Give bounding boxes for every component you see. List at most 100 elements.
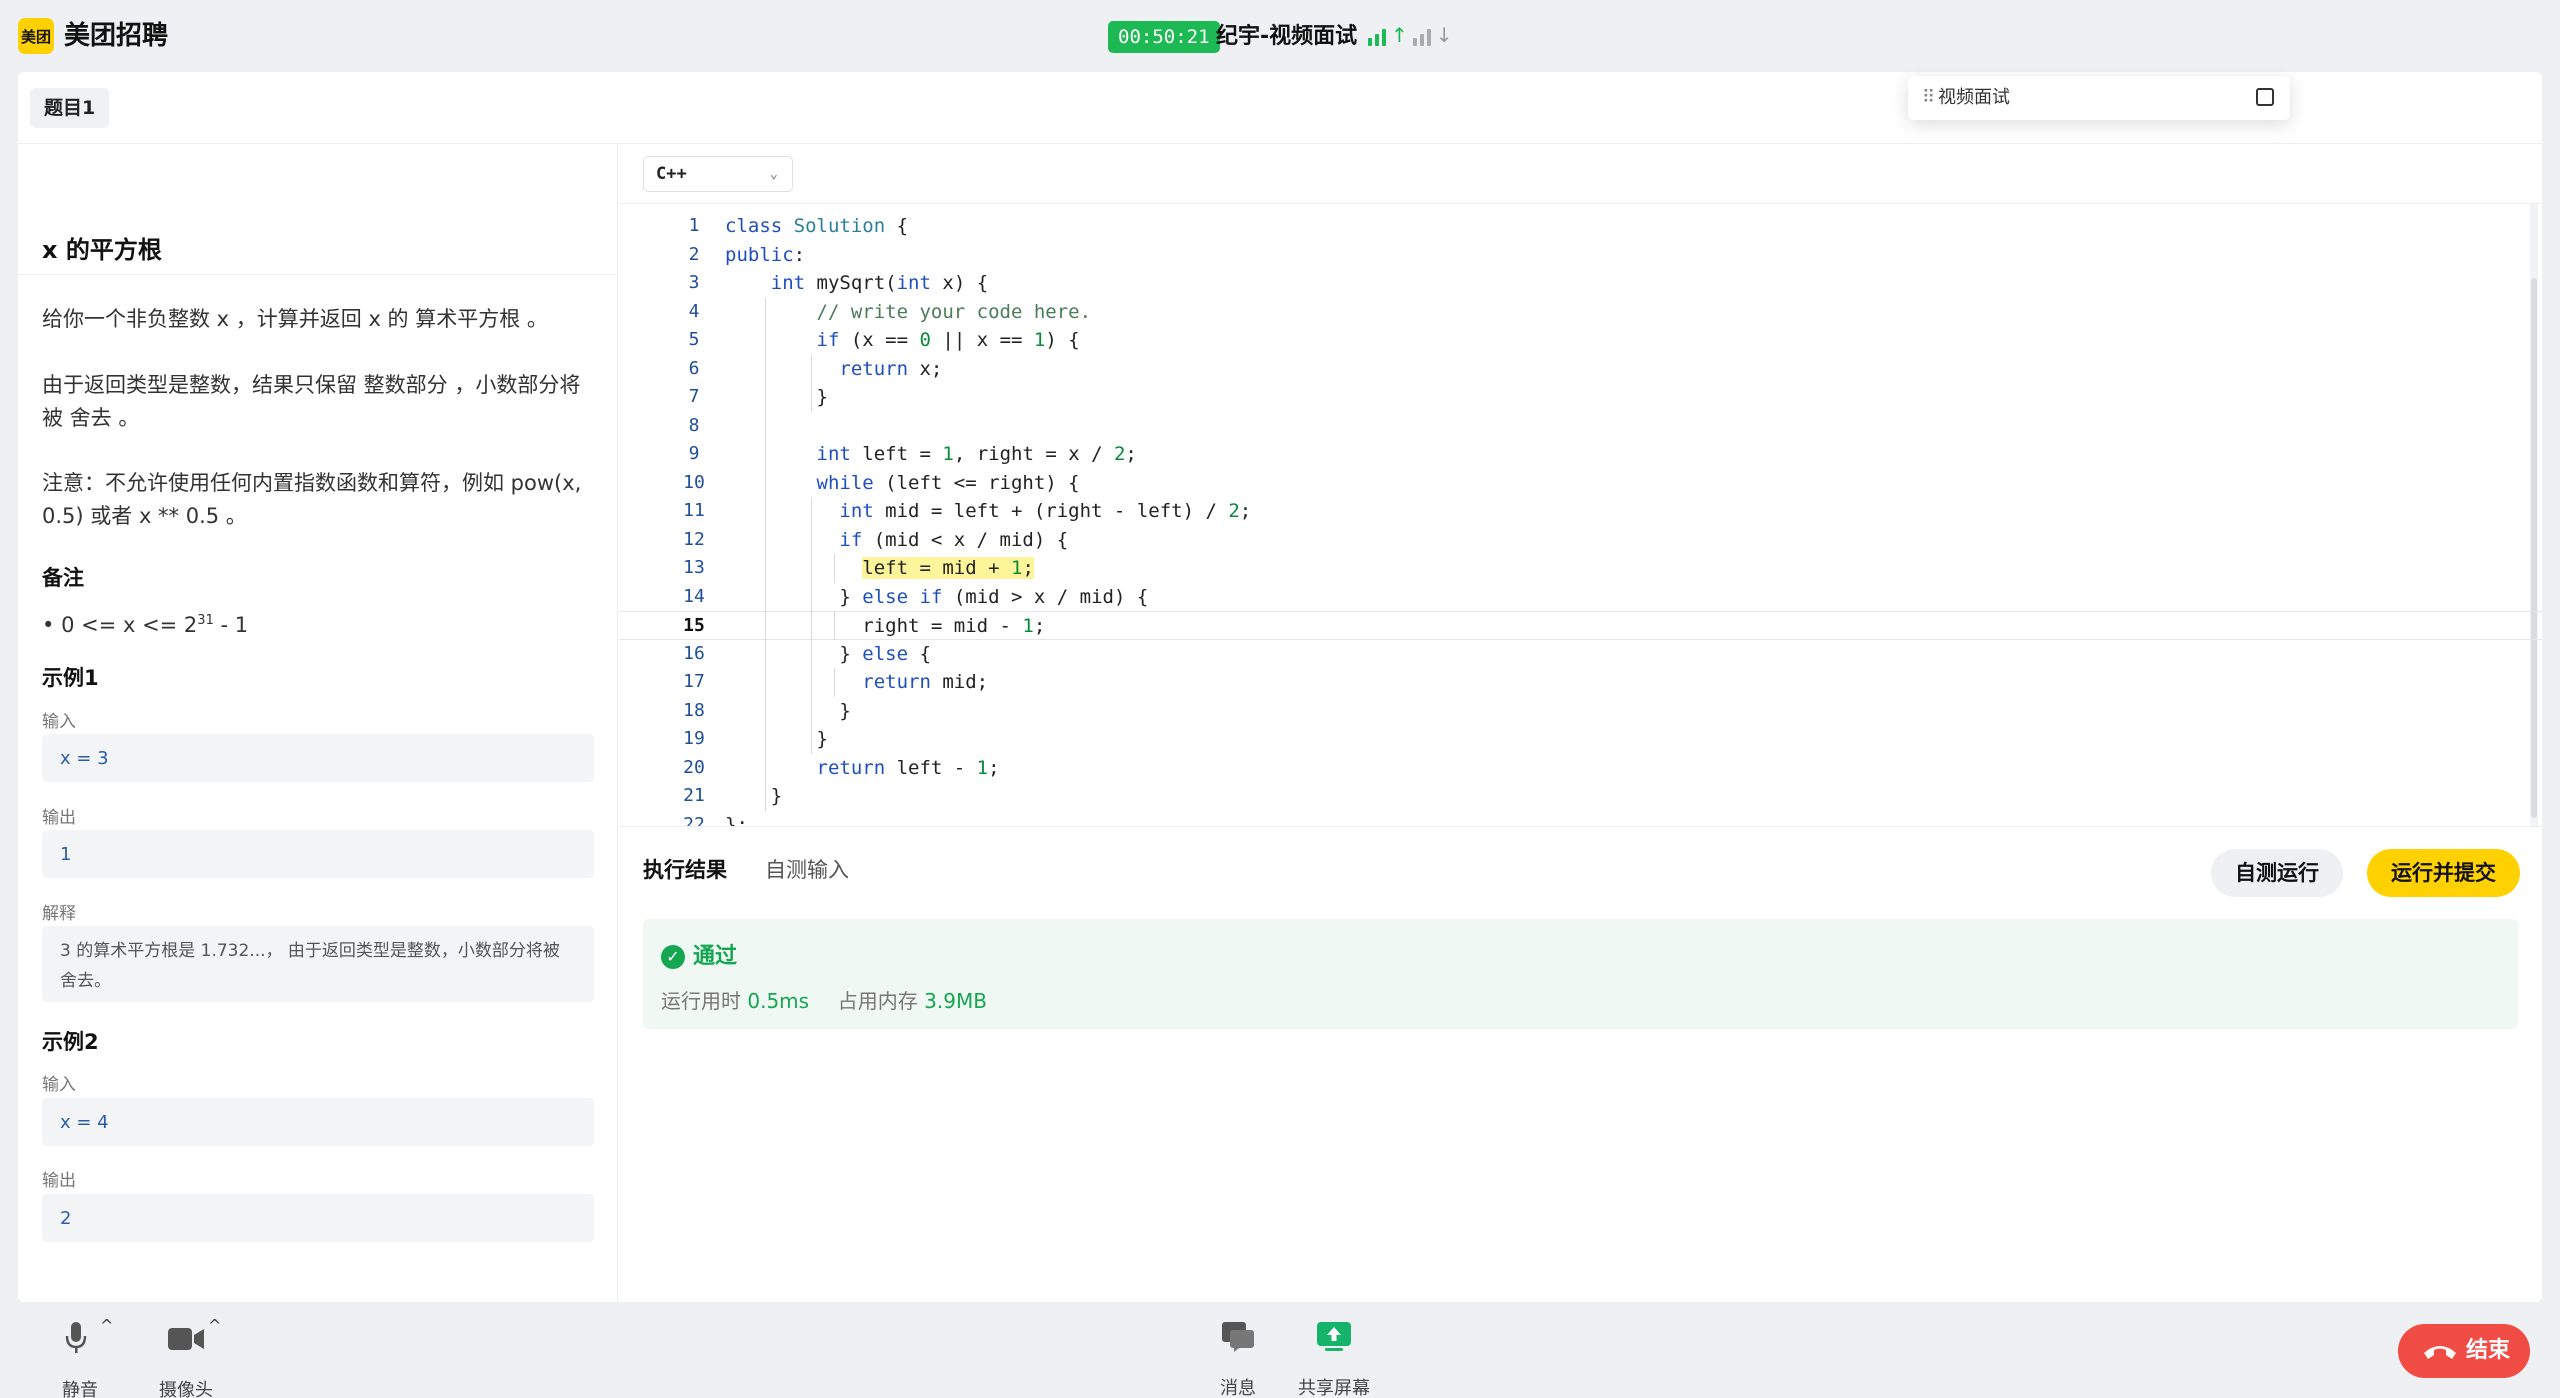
microphone-icon (65, 1322, 87, 1353)
code-line[interactable]: 5 if (x == 0 || x == 1) { (619, 326, 2542, 355)
problem-panel: x 的平方根 给你一个非负整数 x ，计算并返回 x 的 算术平方根 。 由于返… (18, 144, 618, 1302)
line-number: 13 (683, 557, 705, 578)
memory-label: 占用内存 (837, 989, 918, 1013)
code-line[interactable]: 6 return x; (619, 355, 2542, 384)
runtime-label: 运行用时 (661, 989, 741, 1013)
code-text: int left = 1, right = x / 2; (816, 443, 1137, 465)
result-panel: 执行结果 自测输入 自测运行 运行并提交 ✓ 通过 运行用时 0.5ms 占用内… (619, 826, 2542, 1302)
problem-description: 给你一个非负整数 x ，计算并返回 x 的 算术平方根 。 (42, 307, 548, 331)
code-text: int mySqrt(int x) { (770, 272, 989, 294)
code-text: // write your code here. (816, 300, 1092, 323)
code-editor[interactable]: 1 class Solution {2 public: 3 int mySqrt(in… (619, 204, 2542, 826)
code-text: return left - 1; (816, 756, 1000, 779)
camera-label: 摄像头 (159, 1380, 213, 1398)
indent-guide (833, 554, 835, 583)
end-call-label: 结束 (2466, 1338, 2511, 1363)
upload-arrow-icon: ↑ (1391, 23, 1408, 47)
example-output-value: 2 (60, 1207, 72, 1229)
message-button[interactable]: 消息 (1198, 1316, 1278, 1398)
line-number: 10 (683, 471, 705, 493)
mute-label: 静音 (62, 1380, 98, 1398)
share-screen-icon (1317, 1322, 1351, 1351)
line-number: 3 (688, 272, 700, 293)
code-text: right = mid - 1; (725, 615, 1046, 637)
download-arrow-icon: ↓ (1435, 23, 1453, 47)
code-line[interactable]: 12 if (mid < x / mid) { (619, 526, 2542, 555)
indent-guide (810, 497, 812, 754)
code-line[interactable]: 17 return mid; (619, 668, 2542, 697)
code-text: } (725, 728, 828, 750)
line-number: 17 (683, 671, 705, 692)
example-input: x = 4 (42, 1098, 594, 1146)
indent-guide (833, 611, 835, 640)
code-line[interactable]: 2 public: (619, 241, 2542, 270)
code-line[interactable]: 10 while (left <= right) { (619, 469, 2542, 498)
example-input-value: x = 3 (60, 747, 109, 769)
code-line[interactable]: 22}; (619, 811, 2542, 827)
runtime-value: 0.5ms (747, 989, 810, 1013)
line-number: 22 (683, 813, 705, 827)
code-text: if (x == 0 || x == 1) { (816, 329, 1080, 351)
maximize-icon[interactable] (2256, 88, 2274, 106)
code-line[interactable]: 9 int left = 1, right = x / 2; (619, 440, 2542, 469)
code-line[interactable]: 18 } (619, 697, 2542, 726)
code-line[interactable]: 7 } (619, 383, 2542, 412)
run-and-submit-button[interactable]: 运行并提交 (2367, 849, 2520, 897)
self-test-run-button[interactable]: 自测运行 (2211, 849, 2343, 897)
code-line[interactable]: 13 left = mid + 1; (619, 554, 2542, 583)
camera-icon (168, 1328, 204, 1350)
line-number: 11 (683, 500, 705, 521)
app-title: 美团招聘 (64, 21, 169, 51)
main-card: 题目1 x 的平方根 给你一个非负整数 x ，计算并返回 x 的 算术平方根 。… (18, 72, 2542, 1302)
tab-execution-result[interactable]: 执行结果 (643, 855, 727, 885)
share-screen-label: 共享屏幕 (1298, 1378, 1370, 1398)
code-line[interactable]: 20 return left - 1; (619, 754, 2542, 783)
code-text: if (mid < x / mid) { (839, 528, 1069, 551)
example-input: x = 3 (42, 734, 594, 782)
line-number: 19 (683, 728, 705, 749)
signal-bar (1368, 38, 1372, 46)
example-input-value: x = 4 (60, 1111, 109, 1133)
line-number: 15 (683, 615, 705, 636)
line-number: 8 (688, 414, 700, 436)
code-line[interactable]: 19 } (619, 725, 2542, 754)
line-number: 5 (688, 329, 700, 350)
signal-bar (1375, 34, 1379, 46)
constraint-exponent: 31 (197, 613, 214, 628)
code-line[interactable]: 21 } (619, 782, 2542, 811)
line-number: 18 (683, 699, 705, 721)
drag-handle-icon[interactable]: ⠿ (1922, 86, 1935, 110)
code-text: } else { (725, 642, 931, 665)
tab-custom-input[interactable]: 自测输入 (765, 855, 849, 885)
video-window-label: 视频面试 (1938, 87, 2010, 108)
bottom-control-bar: 静音 ^ 摄像头 ^ 消息 共享屏幕 结束 (0, 1302, 2560, 1398)
code-line[interactable]: 4 // write your code here. (619, 298, 2542, 327)
tab-question-1[interactable]: 题目1 (30, 88, 110, 128)
share-screen-button[interactable]: 共享屏幕 (1284, 1316, 1384, 1398)
chevron-up-icon[interactable]: ^ (100, 1316, 113, 1335)
line-number: 1 (688, 215, 700, 236)
end-call-button[interactable]: 结束 (2398, 1324, 2530, 1378)
code-line[interactable]: 16 } else { (619, 640, 2542, 669)
chevron-up-icon[interactable]: ^ (208, 1316, 221, 1335)
code-line[interactable]: 14 } else if (mid > x / mid) { (619, 583, 2542, 612)
meeting-title: 纪宇-视频面试 (1216, 24, 1358, 49)
code-line[interactable]: 8 (619, 412, 2542, 441)
code-line[interactable]: 1 class Solution { (619, 212, 2542, 241)
memory-value: 3.9MB (924, 989, 987, 1013)
input-label: 输入 (42, 712, 76, 732)
line-number: 12 (683, 528, 705, 550)
hang-up-icon (2424, 1346, 2456, 1359)
code-line[interactable]: 11 int mid = left + (right - left) / 2; (619, 497, 2542, 526)
output-label: 输出 (42, 1171, 76, 1191)
code-text: }; (725, 813, 748, 827)
language-select[interactable]: C++ ⌄ (643, 156, 793, 192)
video-interview-float-window[interactable]: ⠿ 视频面试 (1908, 76, 2290, 120)
code-text: } (725, 386, 828, 408)
example-explanation-text: 3 的算术平方根是 1.732...， 由于返回类型是整数，小数部分将被舍去。 (60, 941, 560, 991)
code-line[interactable]: 15 right = mid - 1; (619, 611, 2542, 640)
indent-guide (764, 297, 766, 811)
code-line[interactable]: 3 int mySqrt(int x) { (619, 269, 2542, 298)
example-output: 2 (42, 1194, 594, 1242)
example-explanation: 3 的算术平方根是 1.732...， 由于返回类型是整数，小数部分将被舍去。 (42, 926, 594, 1002)
